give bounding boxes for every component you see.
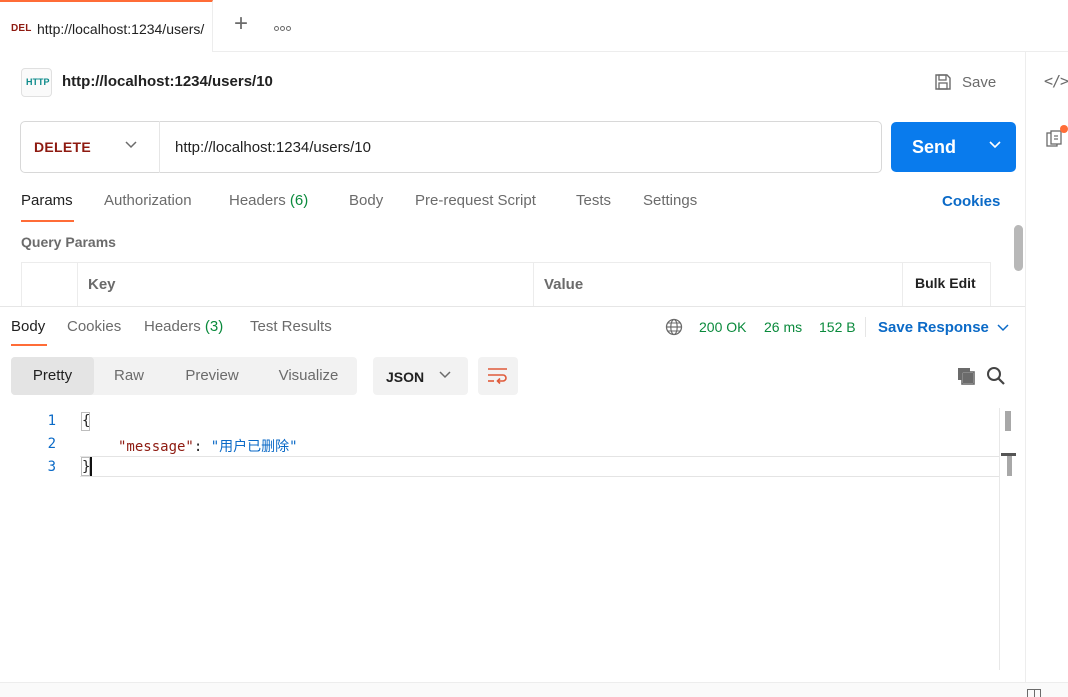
view-mode-visualize[interactable]: Visualize [260, 357, 357, 395]
request-scrollbar[interactable] [1014, 225, 1023, 271]
response-headers-count: (3) [204, 318, 224, 335]
response-tab-cookies[interactable]: Cookies [67, 318, 121, 335]
url-input[interactable] [175, 137, 865, 157]
save-button[interactable]: Save [934, 72, 996, 92]
tab-settings[interactable]: Settings [643, 192, 697, 209]
query-params-title: Query Params [21, 234, 116, 250]
line-number: 1 [47, 413, 56, 429]
request-tab-url: http://localhost:1234/users/10 [37, 21, 205, 37]
request-title[interactable]: http://localhost:1234/users/10 [62, 73, 273, 90]
tab-params[interactable]: Params [21, 192, 73, 209]
save-label: Save [962, 73, 997, 91]
response-tab-test-results[interactable]: Test Results [250, 318, 332, 335]
save-icon [935, 74, 951, 90]
two-pane-layout-icon[interactable] [1027, 689, 1041, 697]
response-time[interactable]: 26 ms [764, 319, 802, 335]
status-bar [0, 682, 1068, 697]
params-value-header: Value [534, 263, 903, 307]
tab-tests[interactable]: Tests [576, 192, 611, 209]
request-tab[interactable]: DEL http://localhost:1234/users/10 [0, 0, 213, 52]
chevron-down-icon [439, 371, 451, 379]
send-label: Send [912, 137, 957, 157]
headers-count: (6) [289, 192, 309, 209]
active-tab-indicator [21, 220, 74, 222]
code-line-message: "message": "用户已删除" [118, 436, 298, 456]
notification-dot [1060, 125, 1068, 133]
http-request-icon: HTTP [21, 68, 52, 97]
wrap-lines-button[interactable] [478, 357, 518, 395]
globe-icon[interactable] [665, 318, 683, 336]
request-tab-method: DEL [11, 23, 32, 34]
view-mode-selector: Pretty Raw Preview Visualize [11, 357, 357, 395]
documentation-icon[interactable] [1046, 130, 1062, 148]
response-size[interactable]: 152 B [819, 319, 856, 335]
code-snippet-icon[interactable]: </> [1044, 72, 1068, 90]
code-open-brace: { [82, 413, 91, 429]
chevron-down-icon [997, 323, 1009, 331]
search-icon[interactable] [986, 366, 1006, 386]
tab-body[interactable]: Body [349, 192, 383, 209]
editor-scrollbar-marker [1005, 411, 1011, 431]
text-cursor [90, 457, 92, 476]
bulk-edit-button[interactable]: Bulk Edit [915, 275, 976, 291]
response-status[interactable]: 200 OK [699, 319, 746, 335]
method-select[interactable]: DELETE [20, 121, 160, 173]
format-value: JSON [386, 369, 425, 385]
http-icon-label: HTTP [26, 77, 50, 87]
tab-pre-request-script[interactable]: Pre-request Script [415, 192, 536, 209]
wrap-lines-icon [488, 368, 507, 385]
save-response-label: Save Response [878, 319, 989, 336]
current-line-highlight [80, 456, 1000, 477]
response-active-tab-indicator [11, 344, 47, 346]
json-key: "message" [118, 439, 194, 455]
chevron-down-icon [125, 141, 137, 149]
params-checkbox-column [22, 263, 78, 307]
view-mode-pretty[interactable]: Pretty [11, 357, 94, 395]
editor-scrollbar-marker [1007, 456, 1012, 476]
cookies-link[interactable]: Cookies [942, 193, 1000, 210]
view-mode-raw[interactable]: Raw [94, 357, 164, 395]
response-meta-divider [865, 317, 866, 337]
line-number: 3 [47, 459, 56, 475]
send-chevron-down-icon[interactable] [989, 141, 1001, 149]
method-value: DELETE [34, 139, 92, 155]
view-mode-preview[interactable]: Preview [164, 357, 260, 395]
format-select[interactable]: JSON [373, 357, 468, 395]
copy-icon[interactable] [956, 366, 976, 386]
new-tab-plus-icon[interactable]: + [229, 12, 253, 37]
tab-authorization[interactable]: Authorization [104, 192, 192, 209]
response-tab-headers[interactable]: Headers (3) [144, 318, 223, 335]
send-button[interactable]: Send [891, 122, 1016, 172]
right-sidebar [1025, 52, 1068, 697]
tab-headers[interactable]: Headers (6) [229, 192, 308, 209]
editor-scrollbar-track[interactable] [999, 408, 1000, 670]
save-response-button[interactable]: Save Response [878, 319, 1009, 336]
json-string-value: "用户已删除" [210, 439, 298, 455]
response-tab-body[interactable]: Body [11, 318, 45, 335]
json-colon: : [193, 439, 211, 455]
response-divider[interactable] [0, 306, 1025, 307]
params-key-header: Key [78, 263, 534, 307]
more-tabs-icon[interactable] [274, 18, 298, 34]
line-number: 2 [47, 436, 56, 452]
params-table: Key Value Bulk Edit [21, 262, 991, 307]
